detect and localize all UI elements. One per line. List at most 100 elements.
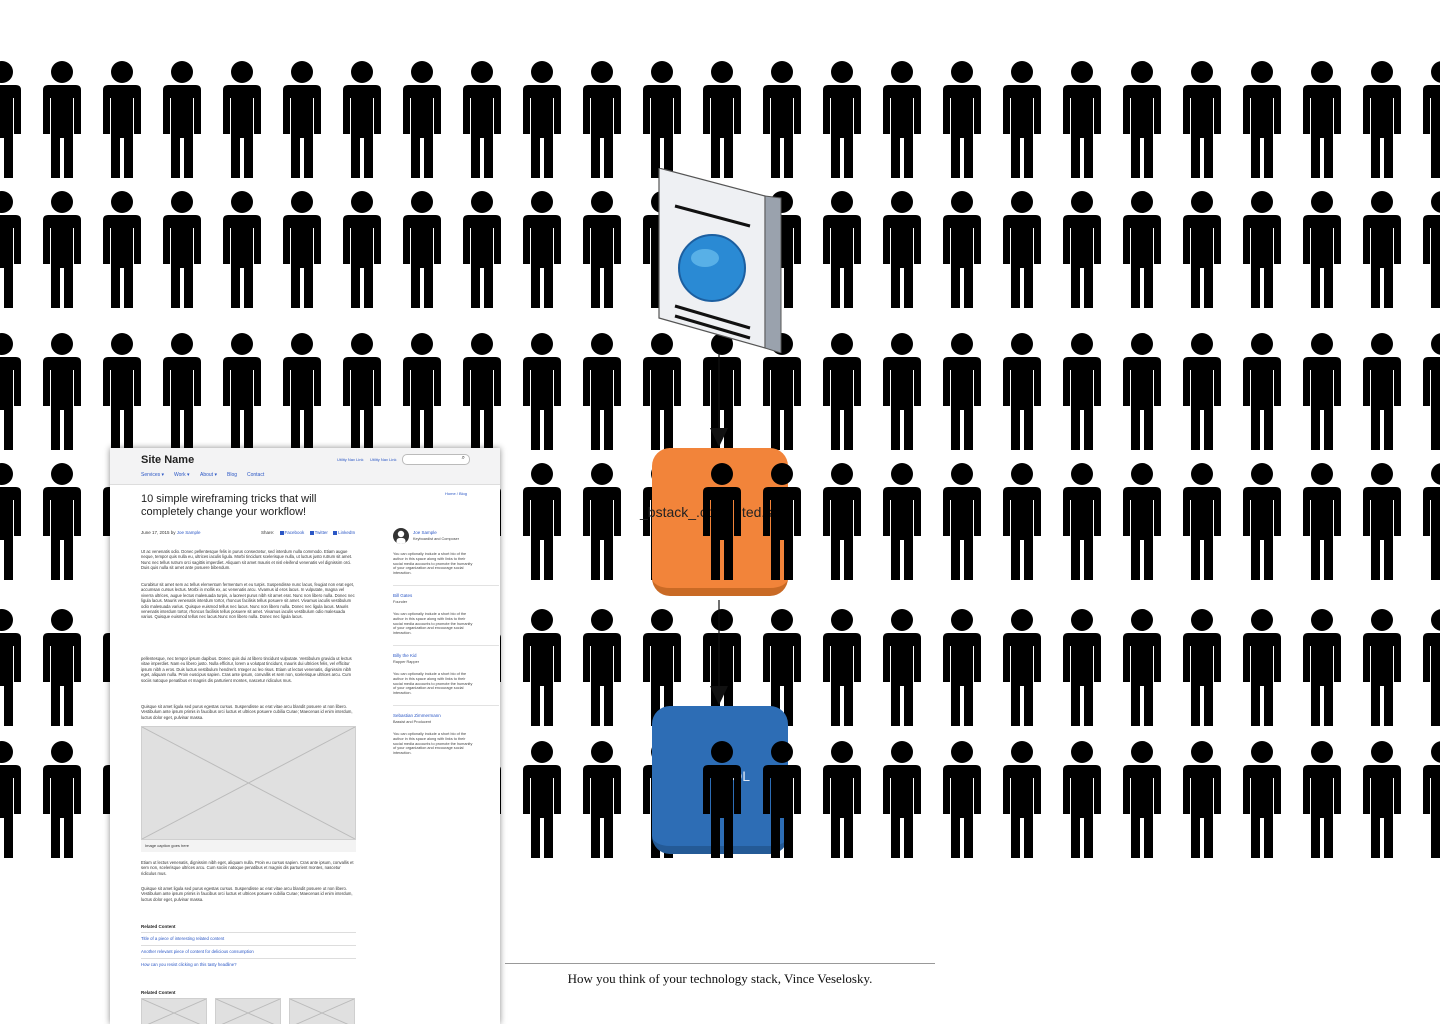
person-icon bbox=[1183, 333, 1221, 450]
person-icon bbox=[1003, 333, 1041, 450]
person-icon bbox=[823, 741, 861, 858]
person-icon bbox=[1303, 741, 1341, 858]
related-link[interactable]: How can you resist clicking on this tast… bbox=[141, 958, 356, 967]
related-thumbnail[interactable] bbox=[289, 998, 355, 1024]
meta-date: June 17, 2015 by bbox=[141, 530, 177, 535]
person-icon bbox=[163, 61, 201, 178]
person-icon bbox=[0, 741, 21, 858]
site-name[interactable]: Site Name bbox=[141, 454, 194, 466]
person-icon bbox=[1303, 463, 1341, 580]
person-icon bbox=[1363, 61, 1401, 178]
person-icon bbox=[403, 191, 441, 308]
share-twitter[interactable]: Twitter bbox=[315, 530, 328, 535]
author-role: Keyboardist and Composer bbox=[413, 537, 460, 541]
person-icon bbox=[43, 609, 81, 726]
person-icon bbox=[1363, 741, 1401, 858]
utility-nav-link-1[interactable]: Utility Nav Link bbox=[337, 457, 363, 462]
person-icon bbox=[1303, 609, 1341, 726]
person-icon bbox=[643, 61, 681, 178]
document-globe-icon bbox=[658, 168, 782, 353]
author-name[interactable]: Sebastian Zimmermann bbox=[393, 713, 441, 718]
nav-work[interactable]: Work ▾ bbox=[174, 472, 189, 478]
person-icon bbox=[523, 333, 561, 450]
person-icon bbox=[1123, 741, 1161, 858]
article-meta: June 17, 2015 by Joe Sample bbox=[141, 530, 201, 535]
person-icon bbox=[763, 61, 801, 178]
search-input[interactable]: ⌕ bbox=[402, 454, 470, 465]
person-icon bbox=[523, 61, 561, 178]
person-icon bbox=[583, 191, 621, 308]
person-icon bbox=[103, 61, 141, 178]
nav-about[interactable]: About ▾ bbox=[200, 472, 217, 478]
caption-divider bbox=[505, 963, 935, 964]
person-icon bbox=[1063, 191, 1101, 308]
person-icon bbox=[943, 61, 981, 178]
author-bio: You can optionally include a short bio o… bbox=[393, 612, 473, 636]
person-icon bbox=[823, 333, 861, 450]
nav-blog[interactable]: Blog bbox=[227, 472, 237, 478]
person-icon bbox=[583, 333, 621, 450]
person-icon bbox=[823, 61, 861, 178]
linkedin-icon[interactable] bbox=[333, 530, 338, 535]
person-icon bbox=[523, 609, 561, 726]
breadcrumb[interactable]: Home / Blog bbox=[445, 491, 467, 496]
person-icon bbox=[1183, 61, 1221, 178]
related-heading-2: Related Content bbox=[141, 990, 176, 995]
meta-author-link[interactable]: Joe Sample bbox=[177, 530, 201, 535]
sidebar-divider bbox=[393, 645, 499, 646]
twitter-icon[interactable] bbox=[309, 530, 314, 535]
related-heading: Related Content bbox=[141, 924, 176, 929]
person-icon bbox=[883, 191, 921, 308]
person-icon bbox=[1003, 61, 1041, 178]
person-icon bbox=[0, 609, 21, 726]
related-link[interactable]: Another relevant piece of content for de… bbox=[141, 945, 356, 954]
person-icon bbox=[1243, 463, 1281, 580]
article-paragraph: Quisque sit amet ligula sed purus egesta… bbox=[141, 886, 353, 902]
related-link[interactable]: Title of a piece of interesting related … bbox=[141, 932, 356, 941]
nav-services[interactable]: Services ▾ bbox=[141, 472, 164, 478]
person-icon bbox=[1303, 191, 1341, 308]
person-icon bbox=[103, 333, 141, 450]
person-icon bbox=[343, 191, 381, 308]
facebook-icon[interactable] bbox=[279, 530, 284, 535]
share-row: Share: Facebook Twitter LinkedIn bbox=[261, 530, 355, 535]
article-title: 10 simple wireframing tricks that will c… bbox=[141, 493, 317, 518]
person-icon bbox=[223, 191, 261, 308]
person-icon bbox=[1123, 333, 1161, 450]
person-icon bbox=[463, 61, 501, 178]
author-role: Bassist and Producent bbox=[393, 720, 431, 724]
person-icon bbox=[0, 191, 21, 308]
related-thumbnail[interactable] bbox=[215, 998, 281, 1024]
author-name[interactable]: Joe Sample bbox=[413, 530, 437, 535]
sidebar-divider bbox=[393, 705, 499, 706]
person-icon bbox=[1303, 333, 1341, 450]
author-name[interactable]: Bill Gates bbox=[393, 593, 412, 598]
person-icon bbox=[1423, 333, 1440, 450]
wireframe-header: Site Name Services ▾ Work ▾ About ▾ Blog… bbox=[110, 448, 500, 485]
person-icon bbox=[883, 463, 921, 580]
person-icon bbox=[223, 61, 261, 178]
author-role: Rapper Rapper bbox=[393, 660, 419, 664]
nav-contact[interactable]: Contact bbox=[247, 472, 264, 478]
figure-caption: How you think of your technology stack, … bbox=[567, 971, 873, 986]
person-icon bbox=[1003, 609, 1041, 726]
person-icon bbox=[1063, 333, 1101, 450]
person-icon bbox=[583, 61, 621, 178]
person-icon bbox=[1303, 61, 1341, 178]
article-paragraph: pellentesque, nec tempor ipsum dapibus. … bbox=[141, 656, 352, 683]
person-icon bbox=[583, 741, 621, 858]
utility-nav-link-2[interactable]: Utility Nav Link bbox=[370, 457, 396, 462]
author-name[interactable]: Billy the Kid bbox=[393, 653, 417, 658]
person-icon bbox=[1243, 741, 1281, 858]
related-thumbnail[interactable] bbox=[141, 998, 207, 1024]
web-server-label: _bstack_.com/...ted.svg bbox=[640, 504, 788, 520]
person-icon bbox=[523, 191, 561, 308]
avatar[interactable] bbox=[393, 528, 409, 544]
share-facebook[interactable]: Facebook bbox=[285, 530, 305, 535]
search-icon[interactable]: ⌕ bbox=[462, 455, 465, 462]
person-icon bbox=[703, 61, 741, 178]
share-linkedin[interactable]: LinkedIn bbox=[338, 530, 355, 535]
person-icon bbox=[583, 609, 621, 726]
person-icon bbox=[163, 191, 201, 308]
person-icon bbox=[1123, 191, 1161, 308]
